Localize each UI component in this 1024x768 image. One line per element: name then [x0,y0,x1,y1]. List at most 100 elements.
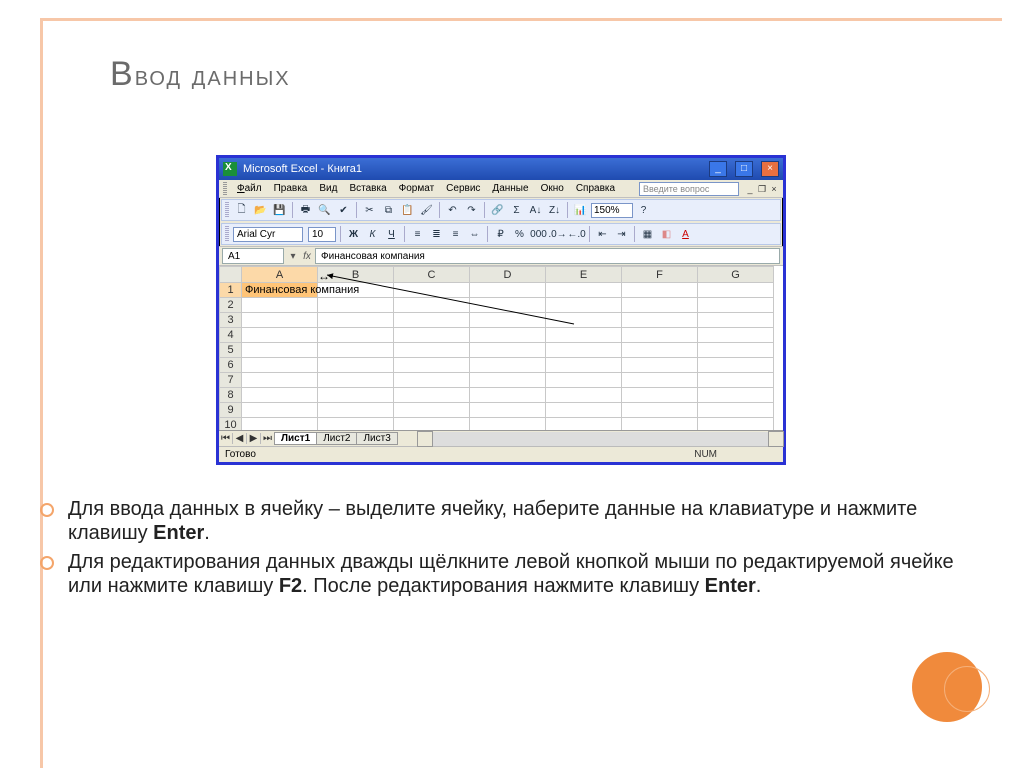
doc-restore-button[interactable]: ❐ [757,184,767,194]
tab-last-icon[interactable]: ⏭ [261,433,275,444]
print-icon[interactable]: 🖶 [297,202,314,219]
menu-bar: Файл Правка Вид Вставка Формат Сервис Да… [219,180,783,198]
align-center-icon[interactable]: ≣ [428,226,445,243]
row-header-8[interactable]: 8 [220,388,242,403]
chart-icon[interactable]: 📊 [572,202,589,219]
select-all-corner[interactable] [220,267,242,283]
tab-next-icon[interactable]: ▶ [247,433,261,444]
namebox-dropdown-icon[interactable]: ▾ [287,251,299,262]
bold-icon[interactable]: Ж [345,226,362,243]
tab-first-icon[interactable]: ⏮ [219,433,233,444]
grip-icon [225,226,229,242]
doc-close-button[interactable]: × [769,184,779,194]
underline-icon[interactable]: Ч [383,226,400,243]
cell-F1[interactable] [622,283,698,298]
menu-insert[interactable]: Вставка [344,183,391,194]
cell-D1[interactable] [470,283,546,298]
new-icon[interactable]: 🗋 [233,202,250,219]
col-header-B[interactable]: B [318,267,394,283]
row-header-5[interactable]: 5 [220,343,242,358]
ask-question-box[interactable]: Введите вопрос [639,182,739,196]
row-header-10[interactable]: 10 [220,418,242,431]
status-text: Готово [225,449,256,460]
spell-icon[interactable]: ✔ [335,202,352,219]
slide-frame-left [40,18,43,768]
col-header-E[interactable]: E [546,267,622,283]
cut-icon[interactable]: ✂ [361,202,378,219]
sheet-tab-3[interactable]: Лист3 [356,432,397,445]
col-header-F[interactable]: F [622,267,698,283]
menu-edit[interactable]: Правка [269,183,313,194]
formula-input[interactable]: Финансовая компания [315,248,780,264]
row-header-7[interactable]: 7 [220,373,242,388]
merge-icon[interactable]: ⇔ [466,226,483,243]
paste-icon[interactable]: 📋 [399,202,416,219]
redo-icon[interactable]: ↷ [463,202,480,219]
col-header-D[interactable]: D [470,267,546,283]
slide-frame-top [40,18,1002,21]
menu-help[interactable]: Справка [571,183,620,194]
bullet-list: Для ввода данных в ячейку – выделите яче… [40,498,974,604]
sort-asc-icon[interactable]: A↓ [527,202,544,219]
horizontal-scrollbar[interactable] [418,432,783,446]
col-header-C[interactable]: C [394,267,470,283]
worksheet-grid[interactable]: A B C D E F G 1 2 3 4 5 6 7 [219,266,783,430]
autosum-icon[interactable]: Σ [508,202,525,219]
fill-color-icon[interactable]: ◧ [658,226,675,243]
menu-file[interactable]: Файл [232,183,267,194]
format-painter-icon[interactable]: 🖌 [418,202,435,219]
decrease-decimal-icon[interactable]: ←.0 [568,226,585,243]
cell-C1[interactable] [394,283,470,298]
increase-decimal-icon[interactable]: .0→ [549,226,566,243]
copy-icon[interactable]: ⧉ [380,202,397,219]
sheet-tab-1[interactable]: Лист1 [274,432,317,445]
font-color-icon[interactable]: A [677,226,694,243]
window-title: Microsoft Excel - Книга1 [243,163,362,175]
doc-minimize-button[interactable]: _ [745,184,755,194]
menu-tools[interactable]: Сервис [441,183,485,194]
menu-window[interactable]: Окно [536,183,569,194]
sort-desc-icon[interactable]: Z↓ [546,202,563,219]
align-right-icon[interactable]: ≡ [447,226,464,243]
save-icon[interactable]: 💾 [271,202,288,219]
help-icon[interactable]: ? [635,202,652,219]
font-size-combo[interactable]: 10 [308,227,336,242]
col-header-A[interactable]: A [242,267,318,283]
row-header-9[interactable]: 9 [220,403,242,418]
align-left-icon[interactable]: ≡ [409,226,426,243]
cell-G1[interactable] [698,283,774,298]
name-box[interactable]: A1 [222,248,284,264]
menu-format[interactable]: Формат [394,183,440,194]
preview-icon[interactable]: 🔍 [316,202,333,219]
borders-icon[interactable]: ▦ [639,226,656,243]
indent-inc-icon[interactable]: ⇥ [613,226,630,243]
percent-icon[interactable]: % [511,226,528,243]
open-icon[interactable]: 📂 [252,202,269,219]
row-header-4[interactable]: 4 [220,328,242,343]
menu-data[interactable]: Данные [487,183,533,194]
zoom-combo[interactable]: 150% [591,203,633,218]
fx-icon[interactable]: fx [299,251,315,262]
sheet-tab-2[interactable]: Лист2 [316,432,357,445]
row-header-2[interactable]: 2 [220,298,242,313]
italic-icon[interactable]: К [364,226,381,243]
undo-icon[interactable]: ↶ [444,202,461,219]
list-item: Для ввода данных в ячейку – выделите яче… [40,498,974,545]
col-header-G[interactable]: G [698,267,774,283]
row-header-3[interactable]: 3 [220,313,242,328]
maximize-button[interactable]: □ [735,161,753,177]
row-header-6[interactable]: 6 [220,358,242,373]
comma-icon[interactable]: 000 [530,226,547,243]
tab-prev-icon[interactable]: ◀ [233,433,247,444]
link-icon[interactable]: 🔗 [489,202,506,219]
close-button[interactable]: × [761,161,779,177]
currency-icon[interactable]: ₽ [492,226,509,243]
cell-a1-text: Финансовая компания [245,284,359,296]
menu-view[interactable]: Вид [314,183,342,194]
row-header-1[interactable]: 1 [220,283,242,298]
font-name-combo[interactable]: Arial Cyr [233,227,303,242]
minimize-button[interactable]: _ [709,161,727,177]
standard-toolbar: 🗋 📂 💾 🖶 🔍 ✔ ✂ ⧉ 📋 🖌 ↶ ↷ 🔗 Σ A↓ Z↓ 📊 150%… [221,199,781,221]
cell-E1[interactable] [546,283,622,298]
indent-dec-icon[interactable]: ⇤ [594,226,611,243]
